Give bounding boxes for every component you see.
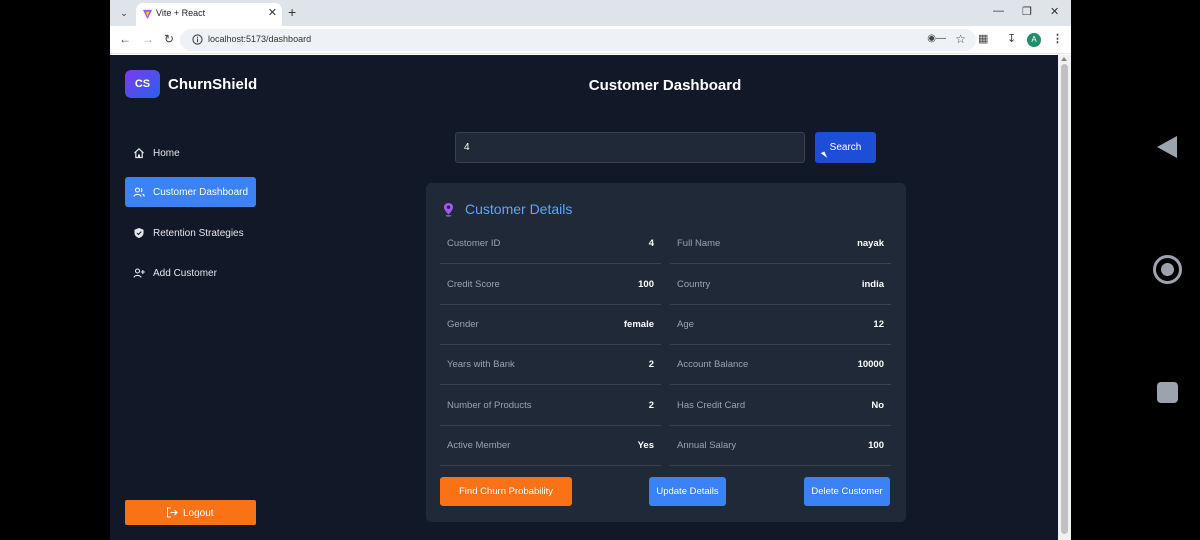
sidebar-item-customer-dashboard[interactable]: Customer Dashboard xyxy=(125,177,256,207)
download-icon[interactable]: ↧ xyxy=(1007,32,1016,45)
reload-icon[interactable]: ↻ xyxy=(164,32,174,46)
forward-icon[interactable]: → xyxy=(142,32,154,46)
detail-years-with-bank: Years with Bank 2 xyxy=(440,344,661,385)
home-icon xyxy=(134,147,144,159)
detail-value: 100 xyxy=(868,440,884,451)
detail-age: Age 12 xyxy=(670,304,891,345)
address-bar[interactable]: localhost:5173/dashboard ◉— ☆ xyxy=(180,29,976,51)
detail-value: Yes xyxy=(637,440,654,451)
logout-button[interactable]: Logout xyxy=(125,500,256,525)
detail-label: Gender xyxy=(447,319,479,330)
detail-value: 2 xyxy=(648,400,654,411)
logout-icon xyxy=(167,507,178,518)
android-recents-icon[interactable] xyxy=(1157,382,1178,403)
brand-logo: CS xyxy=(125,70,160,98)
detail-label: Active Member xyxy=(447,440,511,451)
sidebar-item-add-customer[interactable]: Add Customer xyxy=(125,258,256,288)
sidebar-item-label: Home xyxy=(153,148,180,159)
extensions-icon[interactable]: ▦ xyxy=(978,32,988,45)
detail-label: Country xyxy=(677,279,711,290)
detail-value: india xyxy=(861,279,884,290)
url-text: localhost:5173/dashboard xyxy=(208,34,312,44)
card-title: Customer Details xyxy=(465,201,573,217)
find-churn-probability-button[interactable]: Find Churn Probability xyxy=(440,477,572,506)
screen: ⌄ Vite + React ✕ + — ❐ ✕ ← → ↻ localhost… xyxy=(0,0,1200,540)
detail-gender: Gender female xyxy=(440,304,661,345)
customer-id-search-input[interactable] xyxy=(455,132,805,163)
detail-number-of-products: Number of Products 2 xyxy=(440,385,661,426)
detail-customer-id: Customer ID 4 xyxy=(440,223,661,264)
scroll-up-icon[interactable] xyxy=(1061,57,1067,61)
tab-bar: ⌄ Vite + React ✕ + — ❐ ✕ xyxy=(110,0,1071,26)
detail-active-member: Active Member Yes xyxy=(440,425,661,466)
detail-has-credit-card: Has Credit Card No xyxy=(670,385,891,426)
bookmark-star-icon[interactable]: ☆ xyxy=(955,32,966,46)
new-tab-icon[interactable]: + xyxy=(288,4,296,20)
map-pin-icon xyxy=(444,203,453,217)
detail-label: Full Name xyxy=(677,238,721,249)
detail-annual-salary: Annual Salary 100 xyxy=(670,425,891,466)
minimize-icon[interactable]: — xyxy=(993,5,1004,17)
detail-label: Number of Products xyxy=(447,400,532,411)
scroll-thumb[interactable] xyxy=(1061,64,1068,534)
tab-search-icon[interactable]: ⌄ xyxy=(116,5,132,21)
users-icon xyxy=(133,187,145,197)
detail-label: Annual Salary xyxy=(677,440,737,451)
detail-value: 100 xyxy=(638,279,654,290)
delete-customer-button[interactable]: Delete Customer xyxy=(804,477,890,506)
sidebar-item-home[interactable]: Home xyxy=(125,138,256,168)
android-home-icon[interactable] xyxy=(1153,255,1182,284)
update-details-button[interactable]: Update Details xyxy=(649,477,726,506)
customer-details-card: Customer Details Customer ID 4 Full Name… xyxy=(426,183,906,522)
close-window-icon[interactable]: ✕ xyxy=(1050,5,1059,18)
tab-close-icon[interactable]: ✕ xyxy=(268,6,277,19)
brand-name: ChurnShield xyxy=(168,76,258,93)
detail-value: No xyxy=(871,400,884,411)
detail-account-balance: Account Balance 10000 xyxy=(670,344,891,385)
detail-label: Has Credit Card xyxy=(677,400,746,411)
back-icon[interactable]: ← xyxy=(119,32,131,46)
sidebar-item-label: Add Customer xyxy=(153,268,217,279)
browser-tab[interactable]: Vite + React ✕ xyxy=(136,3,282,26)
sidebar-item-retention-strategies[interactable]: Retention Strategies xyxy=(125,218,256,248)
password-key-icon[interactable]: ◉— xyxy=(927,33,946,44)
site-info-icon[interactable] xyxy=(192,34,203,45)
browser-window: ⌄ Vite + React ✕ + — ❐ ✕ ← → ↻ localhost… xyxy=(110,0,1071,540)
page-title: Customer Dashboard xyxy=(588,77,742,94)
android-back-icon[interactable] xyxy=(1157,136,1177,158)
detail-label: Credit Score xyxy=(447,279,500,290)
detail-value: 2 xyxy=(648,359,654,370)
detail-value: nayak xyxy=(857,238,884,249)
restore-icon[interactable]: ❐ xyxy=(1022,5,1032,18)
detail-label: Customer ID xyxy=(447,238,501,249)
shield-icon xyxy=(134,228,144,238)
user-plus-icon xyxy=(133,268,145,278)
detail-full-name: Full Name nayak xyxy=(670,223,891,264)
sidebar-item-label: Retention Strategies xyxy=(153,228,244,239)
detail-label: Years with Bank xyxy=(447,359,515,370)
tab-title: Vite + React xyxy=(156,8,206,18)
vite-icon xyxy=(142,9,153,20)
menu-kebab-icon[interactable]: ⋮ xyxy=(1052,32,1063,45)
detail-credit-score: Credit Score 100 xyxy=(440,264,661,305)
detail-value: 12 xyxy=(873,319,884,330)
detail-label: Account Balance xyxy=(677,359,749,370)
detail-value: female xyxy=(623,319,654,330)
detail-value: 10000 xyxy=(857,359,884,370)
detail-label: Age xyxy=(677,319,694,330)
logout-label: Logout xyxy=(183,508,214,519)
detail-value: 4 xyxy=(648,238,654,249)
browser-toolbar: ← → ↻ localhost:5173/dashboard ◉— ☆ ▦ ↧ … xyxy=(110,26,1071,54)
sidebar-item-label: Customer Dashboard xyxy=(153,187,249,198)
page-scrollbar[interactable] xyxy=(1058,55,1071,540)
detail-country: Country india xyxy=(670,264,891,305)
profile-avatar[interactable]: A xyxy=(1027,33,1041,47)
app-viewport: CS ChurnShield Customer Dashboard Home C… xyxy=(110,55,1058,540)
